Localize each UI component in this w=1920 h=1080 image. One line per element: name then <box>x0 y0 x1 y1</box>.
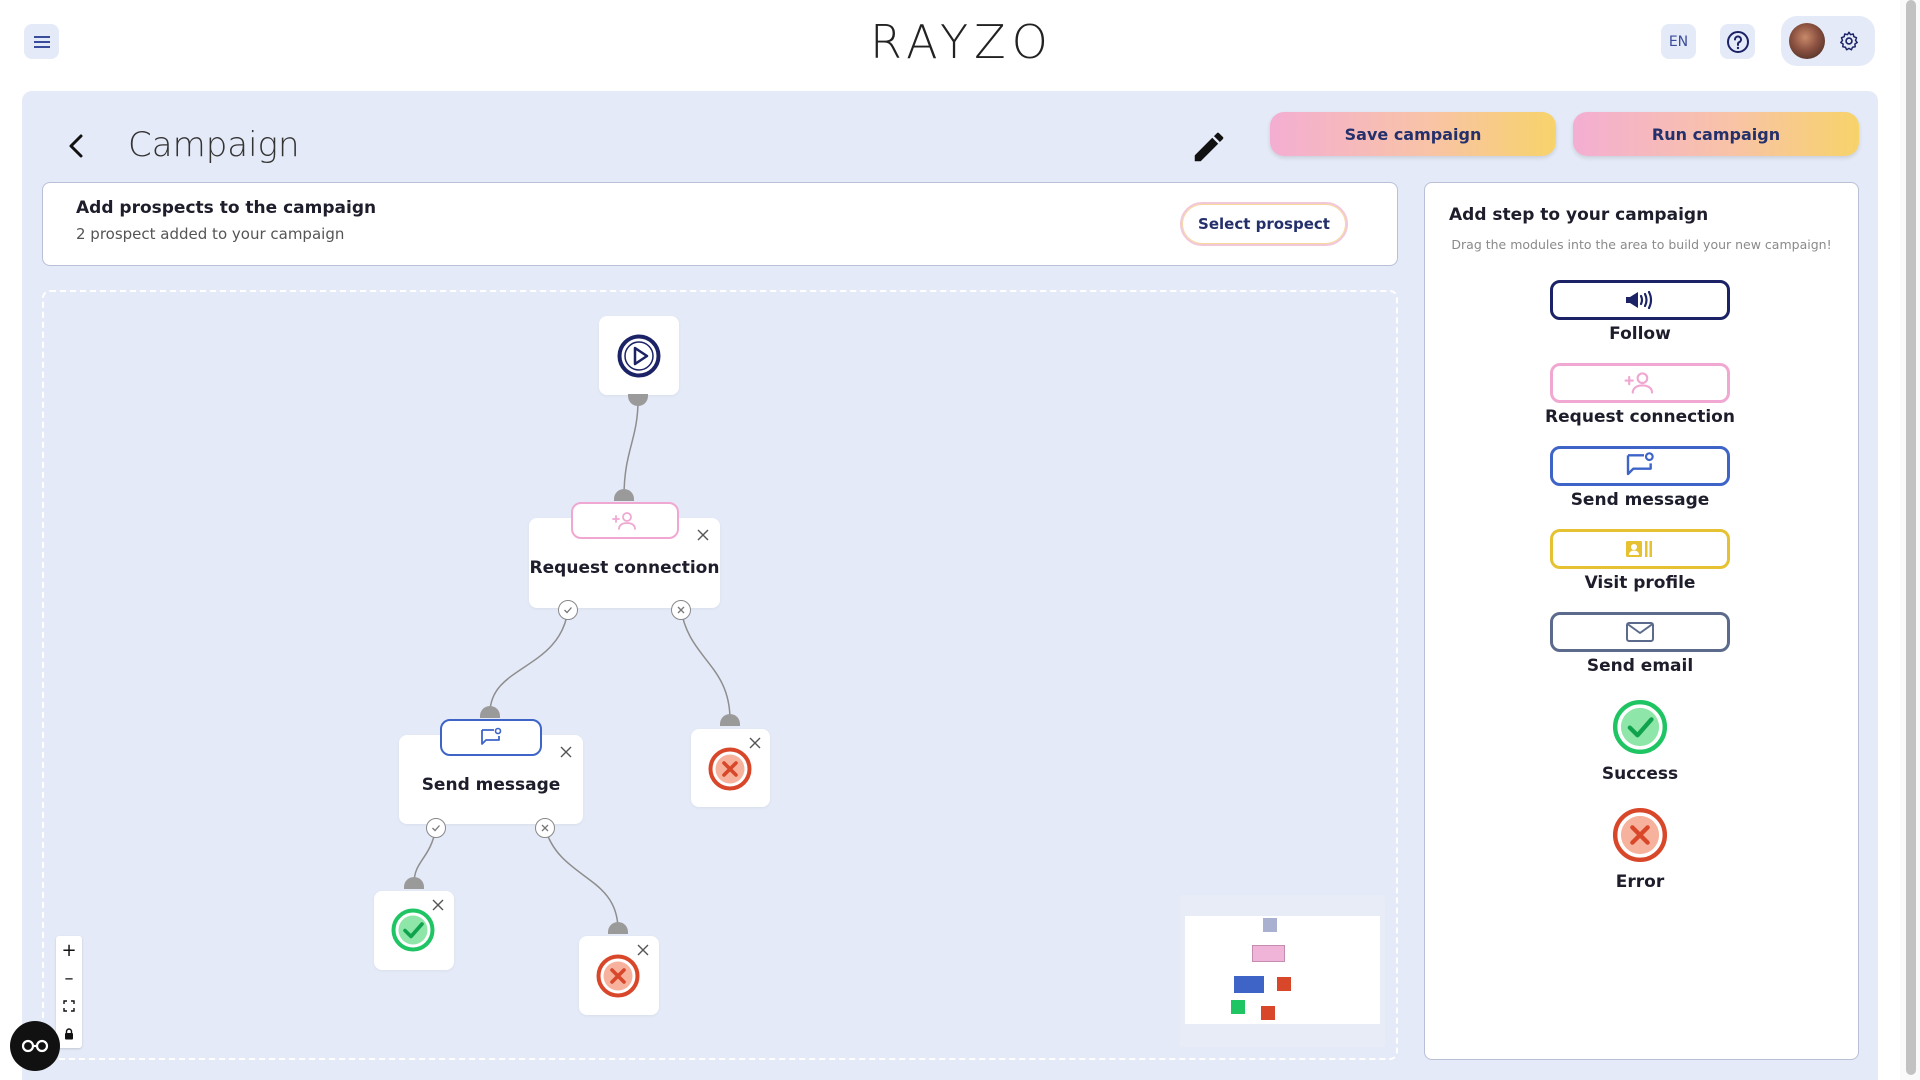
module-request-connection[interactable] <box>1550 363 1730 403</box>
module-send-email-label: Send email <box>1586 656 1694 676</box>
check-icon <box>564 607 572 614</box>
help-button[interactable] <box>1720 24 1755 59</box>
add-user-icon <box>1624 372 1654 394</box>
pencil-icon <box>1194 132 1224 162</box>
module-send-message-label: Send message <box>1570 490 1710 510</box>
run-campaign-button[interactable]: Run campaign <box>1573 112 1859 156</box>
language-button[interactable]: EN <box>1661 24 1696 59</box>
success-icon <box>391 908 435 952</box>
glasses-icon <box>21 1039 49 1053</box>
page-title: Campaign <box>128 125 300 165</box>
zoom-in-button[interactable]: + <box>56 936 82 964</box>
minimap-success <box>1231 1000 1245 1014</box>
remove-message-node-button[interactable] <box>557 743 575 761</box>
add-user-icon <box>612 511 636 530</box>
module-error[interactable] <box>1612 807 1668 863</box>
gear-icon <box>1840 31 1858 51</box>
settings-button[interactable] <box>1836 28 1862 54</box>
request-failure-handle[interactable] <box>671 600 691 620</box>
request-success-handle[interactable] <box>558 600 578 620</box>
fit-view-button[interactable] <box>56 992 82 1020</box>
accessibility-button[interactable] <box>10 1021 60 1071</box>
steps-title: Add step to your campaign <box>1449 205 1709 225</box>
module-send-message[interactable] <box>1550 446 1730 486</box>
module-error-label: Error <box>1615 872 1665 892</box>
message-icon <box>481 727 502 745</box>
module-success[interactable] <box>1612 699 1668 755</box>
module-visit-profile[interactable] <box>1550 529 1730 569</box>
send-message-label: Send message <box>421 775 561 795</box>
module-request-connection-label: Request connection <box>1545 407 1735 427</box>
module-follow-label: Follow <box>1609 324 1671 344</box>
edit-title-button[interactable] <box>1190 128 1228 166</box>
logo-text: RAYZO <box>870 15 1054 69</box>
hamburger-icon <box>33 35 50 48</box>
close-icon <box>541 824 549 832</box>
module-visit-profile-label: Visit profile <box>1584 573 1696 593</box>
prospects-count: 2 prospect added to your campaign <box>76 225 345 243</box>
close-icon <box>677 606 685 614</box>
lock-icon <box>65 1028 73 1040</box>
help-icon <box>1726 30 1749 53</box>
mail-icon <box>1626 622 1654 642</box>
menu-button[interactable] <box>24 24 59 59</box>
avatar[interactable] <box>1789 23 1825 59</box>
minimap-error2 <box>1261 1006 1275 1020</box>
error-icon <box>1612 807 1668 863</box>
request-connection-pill <box>571 502 679 539</box>
zoom-controls: + – <box>56 936 82 1048</box>
minimap-request <box>1252 945 1285 962</box>
play-icon <box>617 334 661 378</box>
check-icon <box>432 825 440 832</box>
message-icon <box>1626 452 1654 476</box>
module-success-label: Success <box>1601 764 1679 784</box>
error-icon <box>708 747 752 791</box>
rayzo-logo: RAYZO <box>870 12 1054 72</box>
minimap-viewport <box>1185 916 1380 1024</box>
fit-view-icon <box>63 1000 75 1012</box>
select-prospect-button[interactable]: Select prospect <box>1180 202 1348 246</box>
save-campaign-button[interactable]: Save campaign <box>1270 112 1556 156</box>
close-icon <box>560 746 572 758</box>
minimap-error1 <box>1277 977 1291 991</box>
message-failure-handle[interactable] <box>535 818 555 838</box>
module-send-email[interactable] <box>1550 612 1730 652</box>
close-icon <box>697 529 709 541</box>
scrollbar-thumb[interactable] <box>1906 0 1916 1075</box>
remove-request-node-button[interactable] <box>694 526 712 544</box>
success-icon <box>1612 699 1668 755</box>
profile-card-icon <box>1626 541 1652 557</box>
request-connection-label: Request connection <box>529 558 720 578</box>
megaphone-icon <box>1626 290 1653 310</box>
back-button[interactable] <box>62 130 90 162</box>
error-icon <box>596 954 640 998</box>
chevron-left-icon <box>69 134 83 158</box>
message-success-handle[interactable] <box>426 818 446 838</box>
zoom-out-button[interactable]: – <box>56 964 82 992</box>
steps-subtitle: Drag the modules into the area to build … <box>1451 237 1832 252</box>
minimap-message <box>1234 976 1264 993</box>
minimap-start <box>1263 918 1277 932</box>
prospects-title: Add prospects to the campaign <box>76 198 377 218</box>
send-message-pill <box>440 719 542 756</box>
module-follow[interactable] <box>1550 280 1730 320</box>
